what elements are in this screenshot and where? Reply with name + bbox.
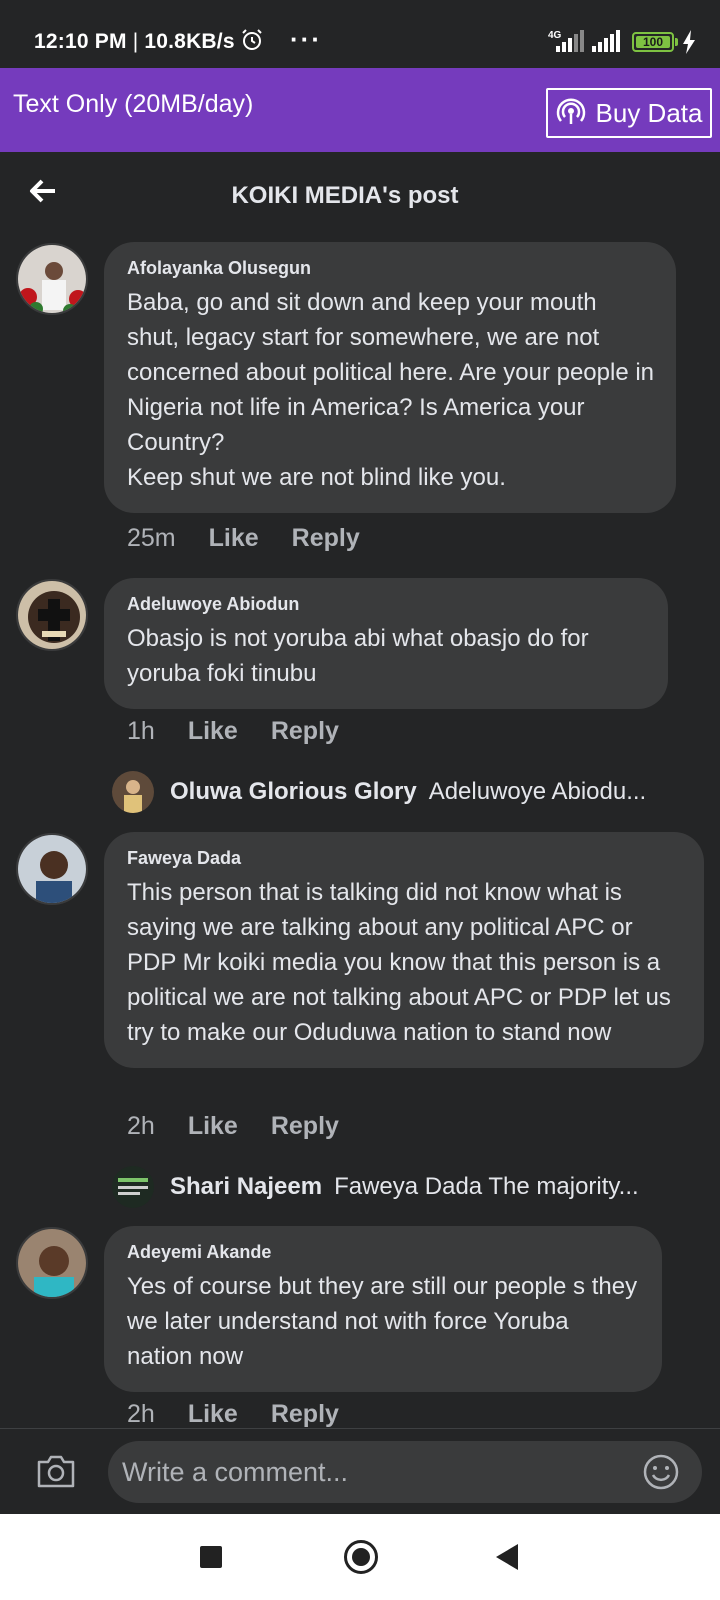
comment-bubble[interactable]: Faweya Dada This person that is talking …	[104, 832, 704, 1068]
clock-text: 12:10 PM	[34, 30, 127, 53]
status-bar: 12:10 PM | 10.8KB/s ··· 4G 100	[0, 0, 720, 68]
broadcast-icon	[556, 98, 585, 124]
battery-icon: 100	[632, 32, 674, 52]
reply-preview[interactable]: Shari Najeem Faweya Dada The majority...	[112, 1165, 639, 1209]
comment-actions: 1h Like Reply	[127, 717, 339, 746]
comment-author[interactable]: Adeluwoye Abiodun	[127, 594, 646, 615]
comment-time: 25m	[127, 524, 176, 552]
comment-time: 2h	[127, 1112, 155, 1140]
like-button[interactable]: Like	[188, 1400, 238, 1429]
comment-actions: 2h Like Reply	[127, 1112, 339, 1141]
reply-button[interactable]: Reply	[292, 524, 360, 553]
avatar[interactable]	[16, 243, 88, 315]
comment-text: Obasjo is not yoruba abi what obasjo do …	[127, 625, 589, 687]
reply-snippet: Faweya Dada The majority...	[334, 1173, 639, 1200]
alarm-icon	[242, 29, 262, 50]
more-dots-icon: ···	[290, 24, 322, 54]
post-header: KOIKI MEDIA's post	[0, 152, 720, 236]
data-mode-text: Text Only (20MB/day)	[13, 90, 254, 118]
reply-avatar[interactable]	[112, 1166, 154, 1208]
comment-actions: 2h Like Reply	[127, 1400, 339, 1429]
buy-data-label: Buy Data	[595, 97, 703, 128]
reply-button[interactable]: Reply	[271, 1112, 339, 1141]
comment-author[interactable]: Adeyemi Akande	[127, 1242, 640, 1263]
reply-author[interactable]: Oluwa Glorious Glory	[170, 778, 417, 806]
reply-avatar[interactable]	[112, 771, 154, 813]
avatar[interactable]	[16, 1227, 88, 1299]
comment-text: This person that is talking did not know…	[127, 879, 671, 1046]
recents-icon[interactable]	[200, 1546, 222, 1568]
charging-icon	[683, 30, 695, 54]
comment-bubble[interactable]: Adeluwoye Abiodun Obasjo is not yoruba a…	[104, 578, 668, 709]
avatar[interactable]	[16, 579, 88, 651]
comment-input[interactable]	[108, 1441, 702, 1503]
home-icon[interactable]	[344, 1540, 378, 1574]
comment-author[interactable]: Faweya Dada	[127, 848, 682, 869]
comment-time: 1h	[127, 717, 155, 745]
like-button[interactable]: Like	[209, 524, 259, 553]
buy-data-button[interactable]: Buy Data	[546, 88, 712, 138]
reply-button[interactable]: Reply	[271, 1400, 339, 1429]
comment-bubble[interactable]: Afolayanka Olusegun Baba, go and sit dow…	[104, 242, 676, 513]
back-triangle-icon[interactable]	[496, 1544, 518, 1570]
avatar[interactable]	[16, 833, 88, 905]
camera-icon[interactable]	[36, 1453, 76, 1489]
like-button[interactable]: Like	[188, 717, 238, 746]
comment-text: Yes of course but they are still our peo…	[127, 1273, 638, 1370]
system-nav-bar	[0, 1514, 720, 1600]
comment-author[interactable]: Afolayanka Olusegun	[127, 258, 654, 279]
page-title: KOIKI MEDIA's post	[231, 182, 459, 209]
reply-button[interactable]: Reply	[271, 717, 339, 746]
comment-text: Baba, go and sit down and keep your mout…	[127, 289, 655, 491]
battery-level: 100	[636, 36, 670, 49]
emoji-icon[interactable]	[642, 1453, 680, 1491]
reply-preview[interactable]: Oluwa Glorious Glory Adeluwoye Abiodu...	[112, 770, 646, 814]
data-mode-banner: Text Only (20MB/day) Buy Data	[0, 68, 720, 152]
signal-icon-2	[592, 30, 620, 52]
battery-tip	[675, 38, 678, 46]
comment-bubble[interactable]: Adeyemi Akande Yes of course but they ar…	[104, 1226, 662, 1392]
comment-composer	[0, 1428, 720, 1514]
reply-snippet: Adeluwoye Abiodu...	[428, 778, 647, 805]
reply-author[interactable]: Shari Najeem	[170, 1173, 322, 1201]
signal-icon	[556, 30, 584, 52]
comment-time: 2h	[127, 1400, 155, 1428]
status-time: 12:10 PM | 10.8KB/s	[34, 30, 235, 53]
comment-actions: 25m Like Reply	[127, 524, 360, 553]
like-button[interactable]: Like	[188, 1112, 238, 1141]
network-speed: 10.8KB/s	[144, 30, 235, 53]
